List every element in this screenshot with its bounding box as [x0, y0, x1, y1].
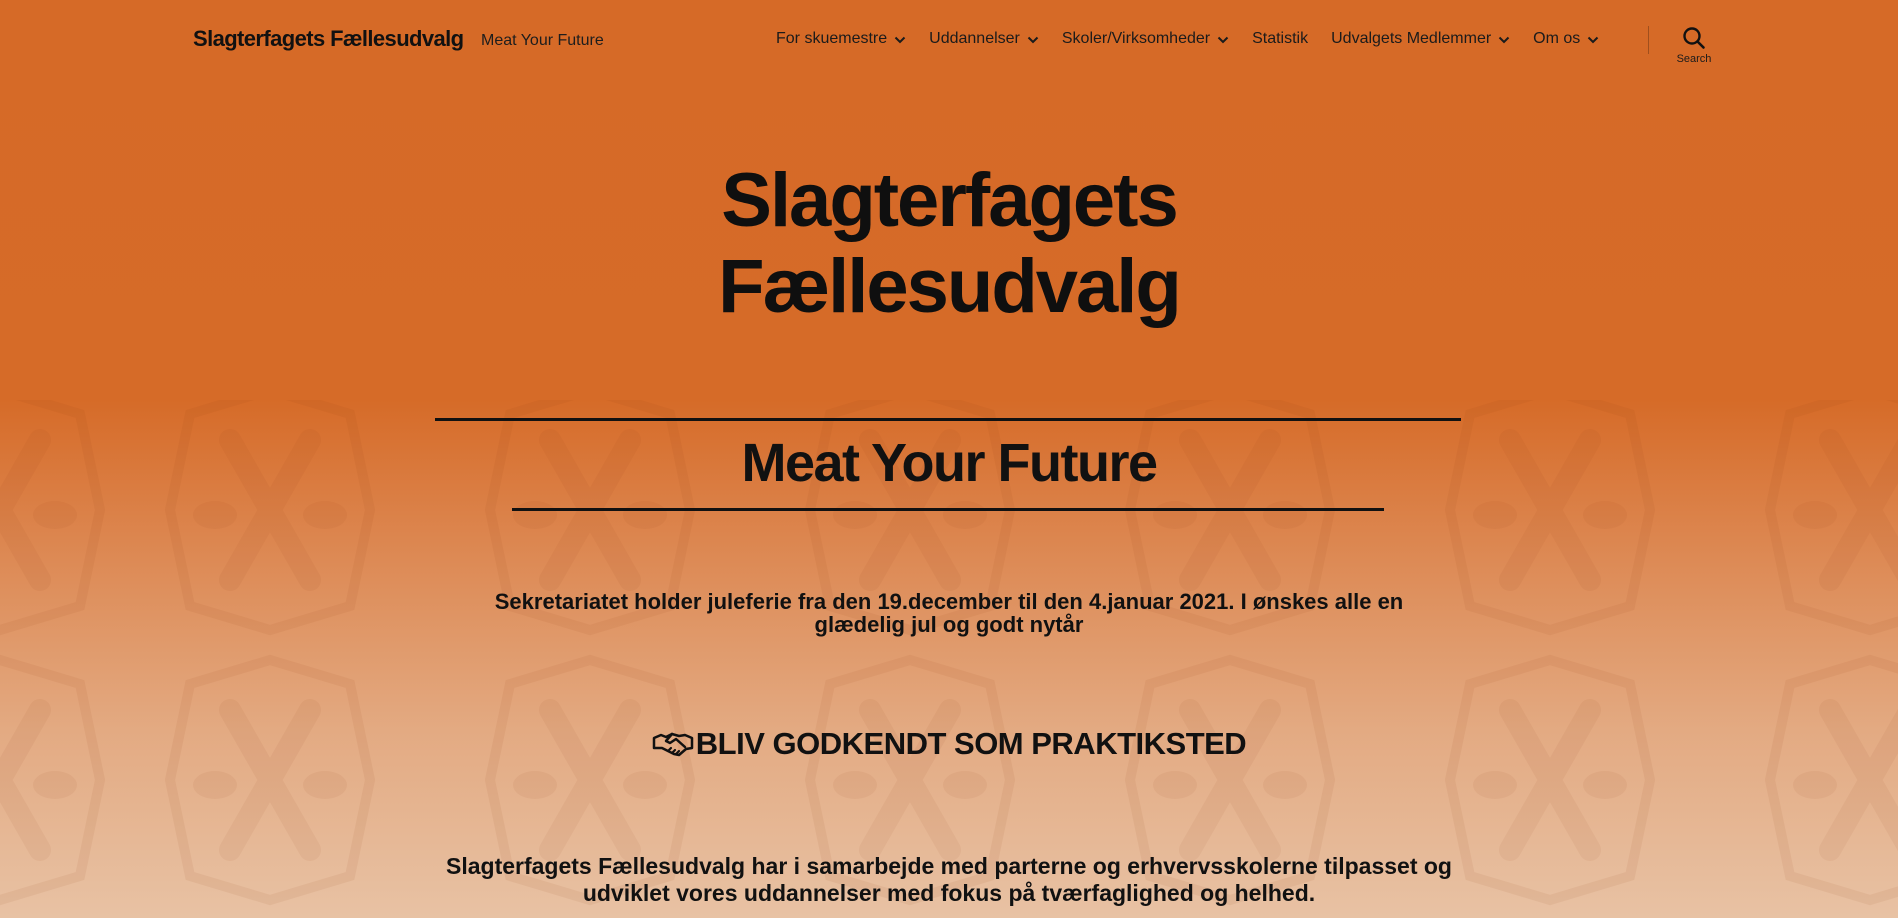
nav-item-skoler-virksomheder[interactable]: Skoler/Virksomheder [1062, 30, 1229, 48]
nav-item-label: Om os [1533, 30, 1581, 47]
chevron-down-icon [1498, 36, 1510, 44]
search-icon [1683, 27, 1705, 49]
chevron-down-icon [894, 36, 906, 44]
nav-item-udvalgets-medlemmer[interactable]: Udvalgets Medlemmer [1331, 30, 1510, 48]
primary-nav: For skuemestre Uddannelser Skoler/Virkso… [776, 30, 1599, 48]
divider-top [435, 418, 1461, 421]
search-label: Search [1676, 53, 1712, 65]
page-title: Slagterfagets Fællesudvalg [0, 158, 1898, 330]
nav-divider [1648, 26, 1649, 54]
search-toggle-button[interactable]: Search [1668, 26, 1720, 65]
handshake-icon [652, 732, 694, 757]
nav-item-label: Udvalgets Medlemmer [1331, 30, 1492, 47]
nav-item-uddannelser[interactable]: Uddannelser [929, 30, 1039, 48]
nav-item-label: Statistik [1252, 30, 1309, 47]
chevron-down-icon [1027, 36, 1039, 44]
nav-item-for-skuemestre[interactable]: For skuemestre [776, 30, 906, 48]
nav-item-label: Skoler/Virksomheder [1061, 30, 1211, 47]
holiday-notice: Sekretariatet holder juleferie fra den 1… [494, 589, 1404, 637]
nav-item-statistik[interactable]: Statistik [1252, 30, 1308, 48]
page-title-line-1: Slagterfagets [721, 158, 1178, 243]
divider-bottom [512, 508, 1384, 511]
nav-item-label: For skuemestre [776, 30, 888, 47]
site-header: Slagterfagets Fællesudvalg Meat Your Fut… [0, 0, 1898, 84]
chevron-down-icon [1588, 36, 1599, 44]
nav-item-label: Uddannelser [929, 30, 1020, 47]
site-tagline: Meat Your Future [481, 32, 604, 49]
cta-heading: BLIV GODKENDT SOM PRAKTIKSTED [0, 726, 1898, 762]
cta-heading-text: BLIV GODKENDT SOM PRAKTIKSTED [695, 726, 1247, 761]
intro-paragraph: Slagterfagets Fællesudvalg har i samarbe… [446, 853, 1452, 906]
page-title-line-2: Fællesudvalg [718, 244, 1182, 329]
chevron-down-icon [1217, 36, 1229, 44]
site-title-link[interactable]: Slagterfagets Fællesudvalg [193, 26, 464, 52]
section-subtitle: Meat Your Future [741, 433, 1158, 493]
nav-item-om-os[interactable]: Om os [1533, 30, 1599, 48]
